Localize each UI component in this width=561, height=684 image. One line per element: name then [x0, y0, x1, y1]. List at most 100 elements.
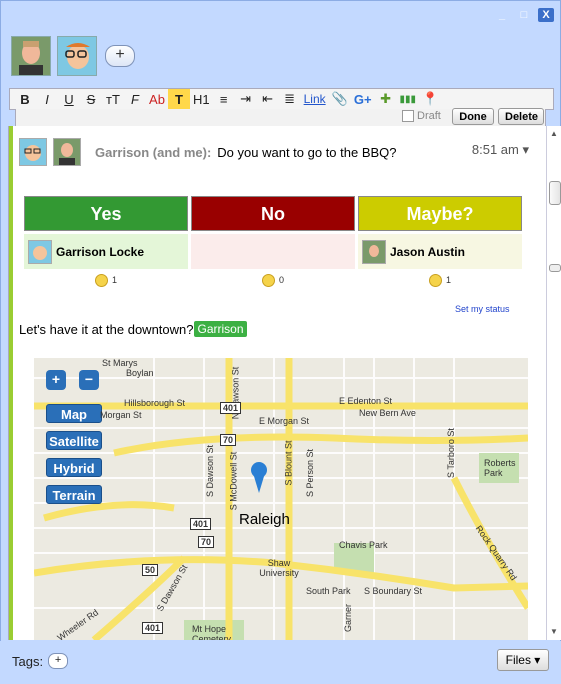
tags-label: Tags:: [12, 653, 44, 669]
reply-blip: Let's have it at the downtown? Garrison: [19, 321, 247, 337]
poll-no-button[interactable]: No: [191, 196, 355, 231]
map-type-terrain-button[interactable]: Terrain: [46, 485, 102, 504]
heading-button[interactable]: H1: [190, 89, 213, 109]
bullet-list-icon[interactable]: ≡: [213, 89, 235, 109]
poll-maybe-button[interactable]: Maybe?: [358, 196, 522, 231]
avatar-garrison[interactable]: [57, 36, 97, 76]
blip-indicator: [9, 126, 13, 640]
window-controls: _ □ X: [494, 8, 554, 22]
map-label: S Boundary St: [364, 586, 423, 596]
scroll-down-icon[interactable]: ▼: [548, 626, 560, 638]
voter-avatar: [362, 239, 386, 264]
text-color-button[interactable]: Ab: [146, 89, 168, 109]
poll-yes-button[interactable]: Yes: [24, 196, 188, 231]
wave-content: Garrison (and me): Do you want to go to …: [8, 126, 547, 640]
map-label: South Park: [306, 586, 351, 596]
poll-no-voters: [191, 234, 355, 269]
highway-shield: 401: [190, 518, 212, 530]
add-participant-button[interactable]: +: [105, 45, 135, 67]
map-zoom-in-button[interactable]: +: [46, 370, 66, 390]
files-button[interactable]: Files ▾: [497, 649, 549, 671]
indent-icon[interactable]: ⇥: [235, 89, 257, 109]
map-label: S Dawson St: [205, 444, 216, 498]
blip-message: Do you want to go to the BBQ?: [217, 144, 397, 160]
font-size-button[interactable]: тT: [102, 89, 124, 109]
map-label: E Morgan St: [259, 416, 310, 426]
map-label: S Blount St: [283, 440, 294, 486]
poll-yes-count: 1: [24, 269, 188, 291]
attachment-icon[interactable]: 📎: [329, 89, 351, 109]
map-gadget[interactable]: + − Map Satellite Hybrid Terrain St Mary…: [34, 358, 528, 640]
blip-time[interactable]: 8:51 am ▾: [472, 142, 529, 158]
voter-name: Garrison Locke: [56, 244, 145, 259]
poll-maybe-voters: Jason Austin: [358, 234, 522, 269]
avatar-jason-small[interactable]: [53, 138, 81, 166]
highway-shield: 70: [198, 536, 215, 548]
blip-header: Garrison (and me): Do you want to go to …: [19, 138, 539, 166]
link-button[interactable]: Link: [301, 89, 329, 109]
highway-shield: 50: [142, 564, 159, 576]
font-family-button[interactable]: F: [124, 89, 146, 109]
delete-button[interactable]: Delete: [498, 108, 544, 125]
draft-checkbox[interactable]: [402, 110, 414, 122]
set-status-link[interactable]: Set my status: [455, 304, 510, 314]
mention-tag[interactable]: Garrison: [194, 321, 247, 337]
map-label: Hillsborough St: [124, 398, 186, 408]
map-type-satellite-button[interactable]: Satellite: [46, 431, 102, 450]
map-label: Shaw University: [259, 558, 299, 578]
poll-maybe-count: 1: [358, 269, 522, 291]
map-label: Garner: [343, 603, 354, 633]
scroll-marker[interactable]: [549, 264, 561, 272]
highway-shield: 401: [142, 622, 164, 634]
minimize-icon[interactable]: _: [494, 8, 510, 22]
draft-toggle[interactable]: Draft: [402, 110, 441, 122]
map-canvas: [34, 358, 528, 640]
map-label: E Edenton St: [339, 396, 393, 406]
avatar-jason[interactable]: [11, 36, 51, 76]
edit-actions-bar: Draft Done Delete: [15, 108, 546, 127]
highlight-button[interactable]: T: [168, 89, 190, 109]
map-zoom-out-button[interactable]: −: [79, 370, 99, 390]
map-type-map-button[interactable]: Map: [46, 404, 102, 423]
footer-bar: Tags: + Files ▾: [0, 641, 561, 684]
smiley-icon: [261, 273, 275, 287]
avatar-garrison-small[interactable]: [19, 138, 47, 166]
map-pin-icon[interactable]: 📍: [419, 89, 441, 109]
poll-yes-voters: Garrison Locke: [24, 234, 188, 269]
poll-no-count: 0: [191, 269, 355, 291]
bold-button[interactable]: B: [14, 89, 36, 109]
align-icon[interactable]: ≣: [279, 89, 301, 109]
poll-gadget: Yes Garrison Locke 1 No 0 Maybe? Jason A…: [24, 196, 522, 291]
map-label: S Person St: [305, 448, 316, 498]
extension-icon[interactable]: ✚: [375, 89, 397, 109]
poll-column-no: No 0: [191, 196, 355, 291]
poll-icon[interactable]: ▮▮▮: [397, 89, 420, 109]
content-scrollbar[interactable]: ▲ ▼: [546, 126, 561, 640]
italic-button[interactable]: I: [36, 89, 58, 109]
strikethrough-button[interactable]: S: [80, 89, 102, 109]
poll-column-yes: Yes Garrison Locke 1: [24, 196, 188, 291]
map-label: Roberts Park: [484, 458, 516, 478]
done-button[interactable]: Done: [452, 108, 494, 125]
outdent-icon[interactable]: ⇤: [257, 89, 279, 109]
highway-shield: 401: [220, 402, 242, 414]
scroll-up-icon[interactable]: ▲: [548, 128, 560, 140]
poll-column-maybe: Maybe? Jason Austin 1: [358, 196, 522, 291]
map-label: S McDowell St: [228, 451, 239, 511]
map-label: Boylan: [126, 368, 154, 378]
map-label: St Marys: [102, 358, 138, 368]
map-type-hybrid-button[interactable]: Hybrid: [46, 458, 102, 477]
maximize-icon[interactable]: □: [516, 8, 532, 22]
scroll-thumb[interactable]: [549, 181, 561, 205]
close-icon[interactable]: X: [538, 8, 554, 22]
add-tag-button[interactable]: +: [48, 653, 69, 669]
formatting-toolbar: B I U S тT F Ab T H1 ≡ ⇥ ⇤ ≣ Link 📎 G+ ✚…: [9, 88, 554, 110]
map-label: S Tarboro St: [445, 428, 456, 478]
map-label: Chavis Park: [339, 540, 388, 550]
blip-authors: Garrison (and me):: [95, 144, 212, 160]
map-label: New Bern Ave: [359, 408, 416, 418]
underline-button[interactable]: U: [58, 89, 80, 109]
draft-label: Draft: [417, 110, 441, 122]
google-plus-icon[interactable]: G+: [351, 89, 375, 109]
tags-area: Tags: +: [12, 653, 69, 669]
